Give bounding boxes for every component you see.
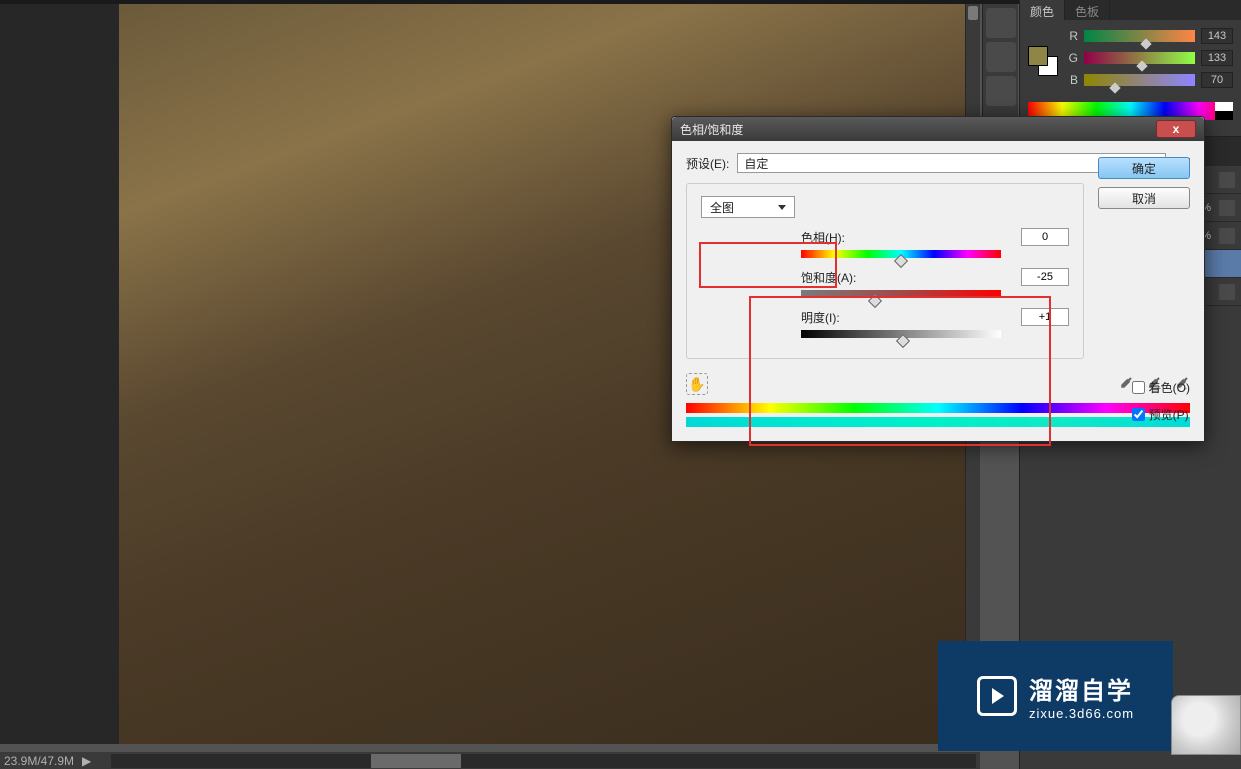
hue-strip-bottom	[686, 417, 1190, 427]
colorize-label: 着色(O)	[1149, 379, 1190, 396]
link-icon[interactable]	[1219, 172, 1235, 188]
r-value[interactable]	[1201, 28, 1233, 44]
doc-info: 23.9M/47.9M	[4, 754, 82, 768]
preview-checkbox-row[interactable]: 预览(P)	[1132, 406, 1190, 423]
saturation-label: 饱和度(A):	[801, 269, 871, 286]
scrubby-hand-icon[interactable]: ✋	[686, 373, 708, 395]
b-label: B	[1064, 73, 1078, 87]
play-icon	[977, 676, 1017, 716]
colorize-checkbox-row[interactable]: 着色(O)	[1132, 379, 1190, 396]
preview-checkbox[interactable]	[1132, 408, 1145, 421]
collapsed-toolstrip	[982, 4, 1018, 124]
close-button[interactable]: x	[1156, 120, 1196, 138]
lightness-slider[interactable]	[801, 330, 1001, 338]
dialog-title: 色相/饱和度	[680, 121, 743, 138]
watermark-url: zixue.3d66.com	[1029, 706, 1134, 721]
g-value[interactable]	[1201, 50, 1233, 66]
tool-icon-1[interactable]	[986, 8, 1016, 38]
tab-swatches[interactable]: 色板	[1065, 0, 1110, 20]
chevron-down-icon	[778, 205, 786, 210]
lock-icon[interactable]	[1219, 284, 1235, 300]
b-slider[interactable]	[1084, 74, 1195, 86]
hue-input[interactable]	[1021, 228, 1069, 246]
saturation-slider[interactable]	[801, 290, 1001, 298]
watermark-logo: 溜溜自学 zixue.3d66.com	[938, 641, 1173, 751]
g-label: G	[1064, 51, 1078, 65]
lightness-label: 明度(I):	[801, 309, 871, 326]
r-slider[interactable]	[1084, 30, 1195, 42]
saturation-input[interactable]	[1021, 268, 1069, 286]
b-value[interactable]	[1201, 72, 1233, 88]
foreground-color[interactable]	[1028, 46, 1048, 66]
tool-icon-3[interactable]	[986, 76, 1016, 106]
status-bar: 23.9M/47.9M ▶	[0, 752, 980, 769]
vertical-scrollbar-thumb[interactable]	[968, 6, 978, 20]
horizontal-scrollbar-thumb[interactable]	[371, 754, 461, 768]
horizontal-scrollbar[interactable]	[111, 754, 976, 768]
hue-slider-thumb[interactable]	[894, 254, 908, 268]
lightness-input[interactable]	[1021, 308, 1069, 326]
preset-label: 预设(E):	[686, 155, 729, 172]
edit-channel-dropdown[interactable]: 全图	[701, 196, 795, 218]
colorize-checkbox[interactable]	[1132, 381, 1145, 394]
ok-button[interactable]: 确定	[1098, 157, 1190, 179]
assistant-avatar[interactable]	[1171, 695, 1241, 755]
r-label: R	[1064, 29, 1078, 43]
adjustment-group: 全图 色相(H): 饱和度(A): 明度(I):	[686, 183, 1084, 359]
color-panel: R G B	[1020, 20, 1241, 128]
color-panel-tabs: 颜色 色板	[1020, 0, 1241, 20]
preset-value: 自定	[744, 155, 768, 172]
foreground-background-swatch[interactable]	[1028, 46, 1058, 76]
hue-label: 色相(H):	[801, 229, 871, 246]
status-arrow-icon[interactable]: ▶	[82, 754, 91, 768]
preview-label: 预览(P)	[1149, 406, 1189, 423]
hue-strip-top	[686, 403, 1190, 413]
saturation-slider-thumb[interactable]	[868, 294, 882, 308]
dialog-titlebar[interactable]: 色相/饱和度 x	[672, 117, 1204, 141]
tool-icon-2[interactable]	[986, 42, 1016, 72]
fill-arrow-icon[interactable]	[1219, 228, 1235, 244]
hue-saturation-dialog: 色相/饱和度 x 预设(E): 自定 确定 取消 全图 色相(H):	[671, 116, 1205, 442]
opacity-arrow-icon[interactable]	[1219, 200, 1235, 216]
cancel-button[interactable]: 取消	[1098, 187, 1190, 209]
watermark-brand: 溜溜自学	[1029, 671, 1134, 706]
lightness-slider-thumb[interactable]	[896, 334, 910, 348]
edit-channel-value: 全图	[710, 199, 734, 216]
tab-color[interactable]: 颜色	[1020, 0, 1065, 20]
hue-slider[interactable]	[801, 250, 1001, 258]
g-slider[interactable]	[1084, 52, 1195, 64]
